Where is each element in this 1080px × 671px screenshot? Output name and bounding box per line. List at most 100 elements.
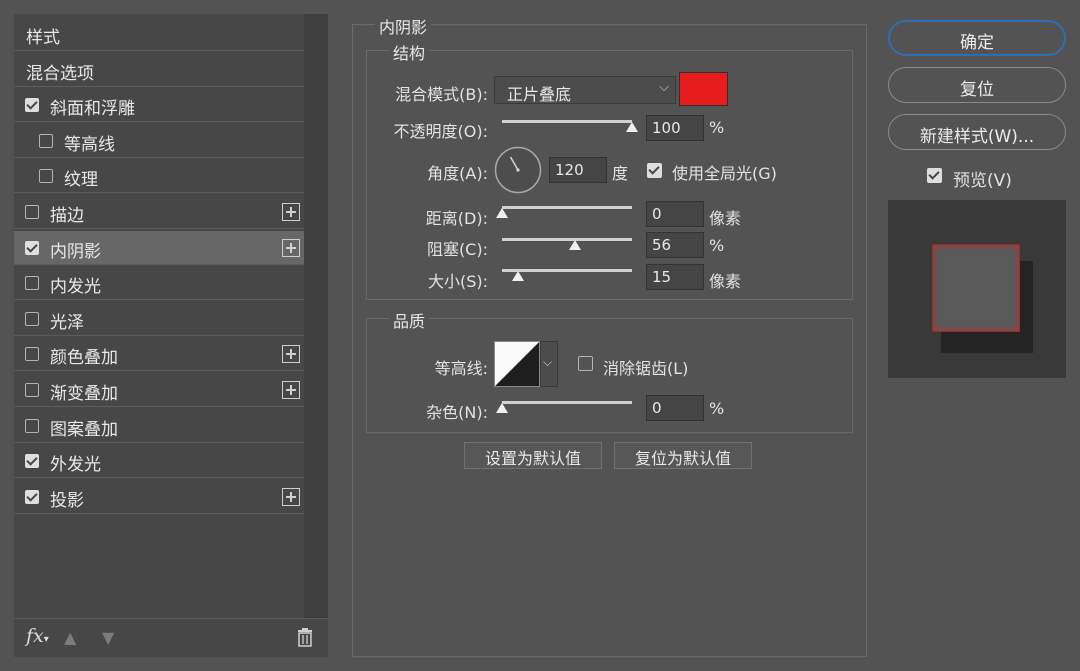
style-item-label: 光泽 bbox=[50, 312, 84, 333]
contour-dropdown[interactable]: ⌵ bbox=[540, 341, 558, 387]
make-default-button[interactable]: 设置为默认值 bbox=[464, 442, 602, 469]
choke-input[interactable]: 56 bbox=[646, 232, 704, 258]
style-item-label: 纹理 bbox=[64, 170, 98, 191]
ok-button[interactable]: 确定 bbox=[888, 20, 1066, 56]
distance-input[interactable]: 0 bbox=[646, 201, 704, 227]
noise-input[interactable]: 0 bbox=[646, 395, 704, 421]
add-effect-icon[interactable] bbox=[282, 238, 300, 257]
choke-slider-track[interactable] bbox=[502, 238, 632, 241]
opacity-unit: % bbox=[709, 118, 725, 137]
add-effect-icon[interactable] bbox=[282, 381, 300, 399]
style-item-label: 等高线 bbox=[64, 134, 115, 155]
inner-shadow-title: 内阴影 bbox=[375, 14, 432, 38]
choke-slider-thumb[interactable] bbox=[568, 240, 581, 250]
style-item-checkbox[interactable] bbox=[25, 454, 39, 469]
opacity-label: 不透明度(O): bbox=[393, 122, 488, 141]
noise-slider-track[interactable] bbox=[502, 401, 632, 404]
anti-alias-checkbox[interactable] bbox=[578, 356, 593, 371]
distance-unit: 像素 bbox=[709, 209, 742, 228]
style-item-label: 内发光 bbox=[50, 277, 101, 298]
style-item-label: 渐变叠加 bbox=[50, 384, 118, 404]
opacity-input[interactable]: 100 bbox=[646, 115, 704, 141]
contour-preview bbox=[494, 341, 540, 387]
style-item[interactable]: 投影 bbox=[14, 480, 304, 514]
size-unit: 像素 bbox=[709, 272, 742, 291]
style-item[interactable]: 光泽 bbox=[14, 302, 304, 336]
style-item-checkbox[interactable] bbox=[25, 418, 39, 433]
shadow-color-swatch[interactable] bbox=[679, 72, 728, 106]
global-light-checkbox[interactable] bbox=[647, 163, 662, 178]
style-item[interactable]: 等高线 bbox=[14, 124, 304, 158]
chevron-down-icon: ⌵ bbox=[543, 355, 553, 369]
opacity-slider-track[interactable] bbox=[502, 120, 632, 123]
new-style-button[interactable]: 新建样式(W)... bbox=[888, 114, 1066, 150]
size-label: 大小(S): bbox=[427, 272, 488, 291]
style-item-label: 样式 bbox=[26, 28, 60, 48]
chevron-down-icon: ⌵ bbox=[659, 80, 669, 95]
angle-unit: 度 bbox=[612, 164, 629, 183]
style-item-checkbox[interactable] bbox=[25, 383, 39, 397]
angle-input[interactable]: 120 bbox=[549, 157, 607, 183]
style-item[interactable]: 渐变叠加 bbox=[14, 373, 304, 407]
style-item-checkbox[interactable] bbox=[25, 276, 39, 291]
style-item-label: 描边 bbox=[50, 206, 84, 226]
distance-label: 距离(D): bbox=[425, 209, 488, 228]
noise-slider-thumb[interactable] bbox=[496, 403, 508, 413]
angle-label: 角度(A): bbox=[427, 164, 488, 183]
style-item-label: 外发光 bbox=[50, 455, 101, 476]
style-list-scrollbar[interactable] bbox=[304, 14, 328, 618]
style-item[interactable]: 描边 bbox=[14, 195, 304, 229]
add-effect-icon[interactable] bbox=[282, 203, 300, 221]
reset-to-default-button[interactable]: 复位为默认值 bbox=[614, 442, 752, 469]
distance-slider-thumb[interactable] bbox=[496, 208, 508, 218]
choke-label: 阻塞(C): bbox=[426, 240, 488, 259]
style-item-label: 内阴影 bbox=[50, 241, 101, 262]
preview-checkbox[interactable] bbox=[927, 168, 942, 183]
style-item[interactable]: 内发光 bbox=[14, 266, 304, 301]
distance-slider-track[interactable] bbox=[502, 206, 632, 209]
preview-thumbnail bbox=[888, 200, 1066, 378]
trash-icon[interactable] bbox=[296, 627, 314, 651]
style-item-checkbox[interactable] bbox=[25, 205, 39, 219]
style-item[interactable]: 混合选项 bbox=[14, 53, 304, 87]
style-item-checkbox[interactable] bbox=[25, 489, 39, 504]
style-item[interactable]: 图案叠加 bbox=[14, 409, 304, 443]
opacity-slider-thumb[interactable] bbox=[626, 122, 638, 132]
style-item-checkbox[interactable] bbox=[39, 133, 53, 148]
style-item-checkbox[interactable] bbox=[25, 347, 39, 362]
style-item[interactable]: 颜色叠加 bbox=[14, 337, 304, 372]
anti-alias-label: 消除锯齿(L) bbox=[603, 359, 689, 378]
styles-bottom-bar: fx▾ ▲ ▼ bbox=[14, 618, 328, 658]
style-item[interactable]: 斜面和浮雕 bbox=[14, 88, 304, 123]
style-item[interactable]: 样式 bbox=[14, 17, 304, 51]
preview-label[interactable]: 预览(V) bbox=[953, 166, 1012, 191]
global-light-label: 使用全局光(G) bbox=[672, 164, 777, 183]
structure-title: 结构 bbox=[389, 40, 430, 64]
style-item-checkbox[interactable] bbox=[25, 240, 39, 255]
choke-unit: % bbox=[709, 236, 725, 255]
style-item-checkbox[interactable] bbox=[25, 311, 39, 326]
style-item-checkbox[interactable] bbox=[39, 169, 53, 184]
fx-icon[interactable]: fx▾ bbox=[26, 625, 49, 647]
size-input[interactable]: 15 bbox=[646, 264, 704, 290]
style-item-label: 混合选项 bbox=[26, 63, 94, 84]
blend-mode-value: 正片叠底 bbox=[507, 85, 572, 104]
add-effect-icon[interactable] bbox=[282, 345, 300, 364]
style-item-checkbox[interactable] bbox=[25, 98, 39, 113]
preview-sample bbox=[932, 244, 1020, 332]
blend-mode-select[interactable]: 正片叠底 ⌵ bbox=[494, 76, 676, 104]
angle-dial[interactable] bbox=[494, 146, 542, 194]
style-item-label: 投影 bbox=[50, 490, 84, 511]
size-slider-thumb[interactable] bbox=[511, 271, 524, 281]
move-up-icon[interactable]: ▲ bbox=[64, 628, 76, 647]
move-down-icon[interactable]: ▼ bbox=[102, 628, 114, 647]
contour-picker[interactable]: ⌵ bbox=[494, 341, 558, 387]
fx-label: fx bbox=[26, 625, 44, 647]
reset-button[interactable]: 复位 bbox=[888, 67, 1066, 103]
style-item[interactable]: 纹理 bbox=[14, 159, 304, 194]
add-effect-icon[interactable] bbox=[282, 487, 300, 506]
style-item-label: 图案叠加 bbox=[50, 419, 118, 440]
style-item[interactable]: 内阴影 bbox=[14, 230, 304, 265]
noise-label: 杂色(N): bbox=[426, 403, 488, 422]
style-item[interactable]: 外发光 bbox=[14, 444, 304, 479]
